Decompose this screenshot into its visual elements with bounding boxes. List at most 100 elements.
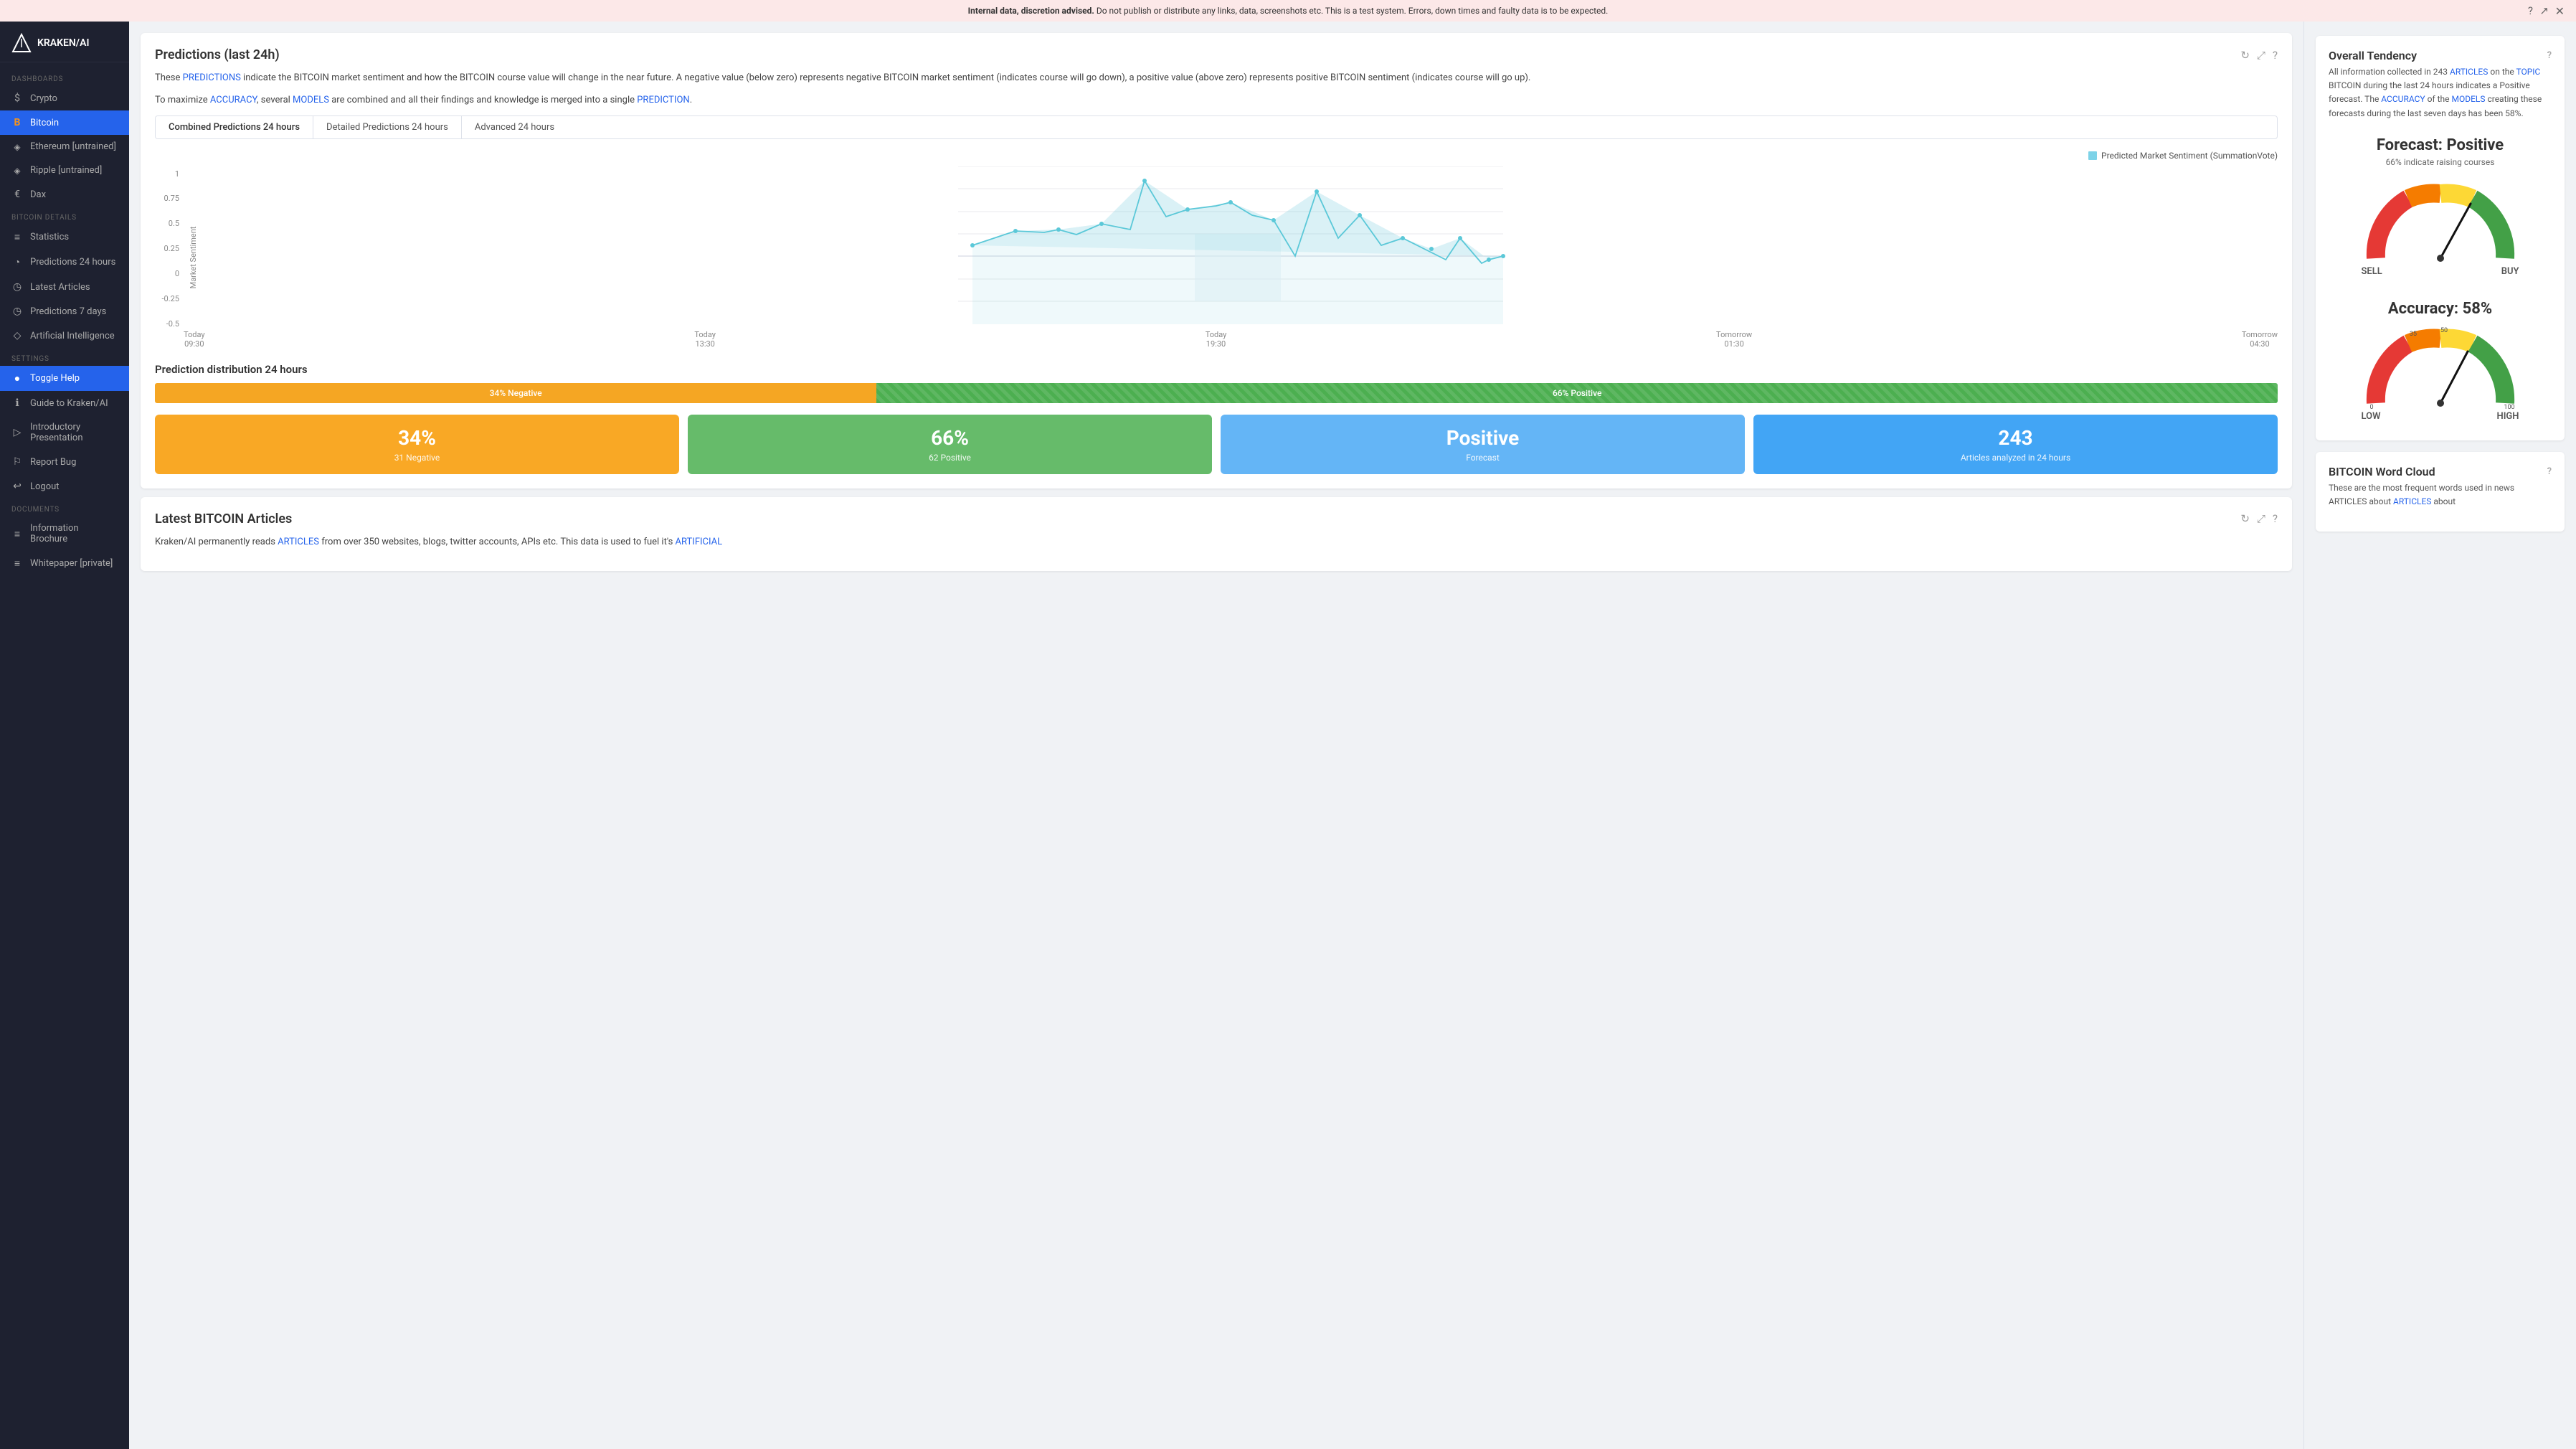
svg-text:0: 0 xyxy=(2369,404,2373,411)
stat-articles-num: 243 xyxy=(1765,426,2266,450)
card-help-icon[interactable]: ? xyxy=(2273,49,2278,62)
accuracy-link[interactable]: ACCURACY xyxy=(210,95,257,105)
alert-external-icon[interactable]: ↗ xyxy=(2539,4,2549,17)
articles-card-title: Latest BITCOIN Articles xyxy=(155,511,292,527)
predictions-chart xyxy=(184,166,2278,324)
wordcloud-help-icon[interactable]: ? xyxy=(2547,466,2552,477)
articles-card-header: Latest BITCOIN Articles ↻ ⤢ ? xyxy=(155,511,2278,527)
sidebar-item-brochure[interactable]: ≡ Information Brochure xyxy=(0,516,129,551)
y-axis-label: Market Sentiment xyxy=(189,226,198,288)
x-axis-labels: Today09:30 Today13:30 Today19:30 Tomorro… xyxy=(184,327,2278,349)
sidebar-item-ripple[interactable]: ◈ Ripple [untrained] xyxy=(0,159,129,182)
forecast-subtitle: 66% indicate raising courses xyxy=(2386,157,2495,167)
high-label: HIGH xyxy=(2496,411,2519,422)
prediction-link[interactable]: PREDICTION xyxy=(637,95,689,105)
wordcloud-articles-link[interactable]: ARTICLES xyxy=(2393,496,2431,506)
sidebar-item-guide[interactable]: ℹ Guide to Kraken/AI xyxy=(0,391,129,415)
chart-legend: Predicted Market Sentiment (SummationVot… xyxy=(155,151,2278,161)
stat-box-forecast: Positive Forecast xyxy=(1221,415,1745,474)
sidebar-item-logout[interactable]: ↩ Logout xyxy=(0,474,129,499)
predictions-desc2: To maximize ACCURACY, several MODELS are… xyxy=(155,93,2278,108)
stat-box-negative-pct: 34% 31 Negative xyxy=(155,415,679,474)
svg-text:35: 35 xyxy=(2409,331,2416,338)
sidebar-item-predictions-7d[interactable]: ◷ Predictions 7 days xyxy=(0,299,129,324)
refresh-icon[interactable]: ↻ xyxy=(2240,49,2250,62)
chart-area: Predicted Market Sentiment (SummationVot… xyxy=(155,151,2278,349)
ai-icon: ◇ xyxy=(11,330,23,341)
ethereum-icon: ◈ xyxy=(11,142,23,152)
play-icon: ▷ xyxy=(11,427,23,438)
sidebar-item-statistics[interactable]: ≡ Statistics xyxy=(0,225,129,250)
bug-icon: ⚐ xyxy=(11,456,23,468)
overall-articles-link[interactable]: ARTICLES xyxy=(2450,67,2488,77)
expand-icon[interactable]: ⤢ xyxy=(2257,49,2265,62)
accuracy-title: Accuracy: 58% xyxy=(2388,300,2492,318)
overall-desc: All information collected in 243 ARTICLE… xyxy=(2329,65,2552,121)
distribution-section: Prediction distribution 24 hours 34% Neg… xyxy=(155,363,2278,474)
section-label-dashboards: Dashboards xyxy=(0,68,129,86)
accuracy-gauge: Accuracy: 58% 35 50 0 100 xyxy=(2329,294,2552,428)
sidebar-item-predictions-24h[interactable]: ◔ Predictions 24 hours xyxy=(0,250,129,275)
sidebar-section-bitcoin-details: BITCOIN Details ≡ Statistics ◔ Predictio… xyxy=(0,207,129,348)
help-icon: ● xyxy=(11,372,23,384)
section-label-documents: Documents xyxy=(0,499,129,516)
overall-accuracy-link[interactable]: ACCURACY xyxy=(2381,94,2425,104)
forecast-gauge-labels: SELL BUY xyxy=(2362,266,2519,277)
alert-text: Internal data, discretion advised. Do no… xyxy=(968,6,1609,16)
accuracy-gauge-labels: LOW HIGH xyxy=(2362,411,2519,422)
sidebar-item-whitepaper[interactable]: ≡ Whitepaper [private] xyxy=(0,551,129,576)
alert-help-icon[interactable]: ? xyxy=(2528,4,2533,17)
overall-tendency-card: Overall Tendency ? All information colle… xyxy=(2316,36,2565,440)
tab-detailed-24h[interactable]: Detailed Predictions 24 hours xyxy=(313,116,462,138)
predictions-link[interactable]: PREDICTIONS xyxy=(183,72,241,83)
articles-refresh-icon[interactable]: ↻ xyxy=(2240,512,2250,525)
predictions-card-title: Predictions (last 24h) xyxy=(155,47,280,62)
prediction-tabs: Combined Predictions 24 hours Detailed P… xyxy=(155,115,2278,139)
dollar-icon: $ xyxy=(11,93,23,104)
clock-icon: ◔ xyxy=(11,256,23,268)
logo-text: KRAKEN/AI xyxy=(37,37,89,49)
sidebar-item-ai[interactable]: ◇ Artificial Intelligence xyxy=(0,324,129,348)
section-label-settings: Settings xyxy=(0,348,129,366)
tab-advanced-24h[interactable]: Advanced 24 hours xyxy=(462,116,567,138)
predictions7d-icon: ◷ xyxy=(11,306,23,317)
sidebar-item-bitcoin[interactable]: B Bitcoin xyxy=(0,110,129,135)
accuracy-gauge-svg: 35 50 0 100 xyxy=(2362,321,2519,414)
brochure-icon: ≡ xyxy=(11,528,23,540)
forecast-gauge-svg xyxy=(2362,176,2519,269)
models-link[interactable]: MODELS xyxy=(293,95,329,105)
overall-tendency-title: Overall Tendency ? xyxy=(2329,49,2552,62)
legend-text: Predicted Market Sentiment (SummationVot… xyxy=(2101,151,2278,161)
svg-text:50: 50 xyxy=(2440,327,2447,334)
overall-models-link[interactable]: MODELS xyxy=(2451,94,2485,104)
section-label-bitcoin-details: BITCOIN Details xyxy=(0,207,129,225)
overall-topic-link[interactable]: TOPIC xyxy=(2516,67,2540,77)
sidebar-item-crypto[interactable]: $ Crypto xyxy=(0,86,129,110)
sidebar-item-report-bug[interactable]: ⚐ Report Bug xyxy=(0,450,129,474)
stat-box-positive-pct: 66% 62 Positive xyxy=(688,415,1212,474)
articles-expand-icon[interactable]: ⤢ xyxy=(2257,512,2265,525)
articles-link[interactable]: ARTICLES xyxy=(278,537,319,547)
statistics-icon: ≡ xyxy=(11,231,23,243)
sidebar-item-latest-articles[interactable]: ◷ Latest Articles xyxy=(0,275,129,299)
right-panel: Overall Tendency ? All information colle… xyxy=(2303,22,2576,1449)
sidebar-item-toggle-help[interactable]: ● Toggle Help xyxy=(0,366,129,391)
predictions-card-header: Predictions (last 24h) ↻ ⤢ ? xyxy=(155,47,2278,62)
info-icon: ℹ xyxy=(11,397,23,409)
kraken-logo-icon xyxy=(11,33,32,53)
dist-negative: 34% Negative xyxy=(155,383,876,403)
articles-icon: ◷ xyxy=(11,281,23,293)
stat-negative-pct: 34% xyxy=(166,426,668,450)
ripple-icon: ◈ xyxy=(11,166,23,176)
articles-help-icon[interactable]: ? xyxy=(2273,512,2278,525)
bitcoin-wordcloud-card: BITCOIN Word Cloud ? These are the most … xyxy=(2316,452,2565,532)
predictions-card: Predictions (last 24h) ↻ ⤢ ? These PREDI… xyxy=(141,33,2292,488)
overall-help-icon[interactable]: ? xyxy=(2547,50,2552,61)
alert-close-button[interactable]: ✕ xyxy=(2555,4,2565,18)
sidebar-item-intro[interactable]: ▷ Introductory Presentation xyxy=(0,415,129,450)
tab-combined-24h[interactable]: Combined Predictions 24 hours xyxy=(156,116,313,138)
sidebar-item-ethereum[interactable]: ◈ Ethereum [untrained] xyxy=(0,135,129,159)
sidebar-item-dax[interactable]: € Dax xyxy=(0,182,129,207)
artificial-link[interactable]: ARTIFICIAL xyxy=(676,537,723,547)
forecast-title: Forecast: Positive xyxy=(2377,136,2504,154)
